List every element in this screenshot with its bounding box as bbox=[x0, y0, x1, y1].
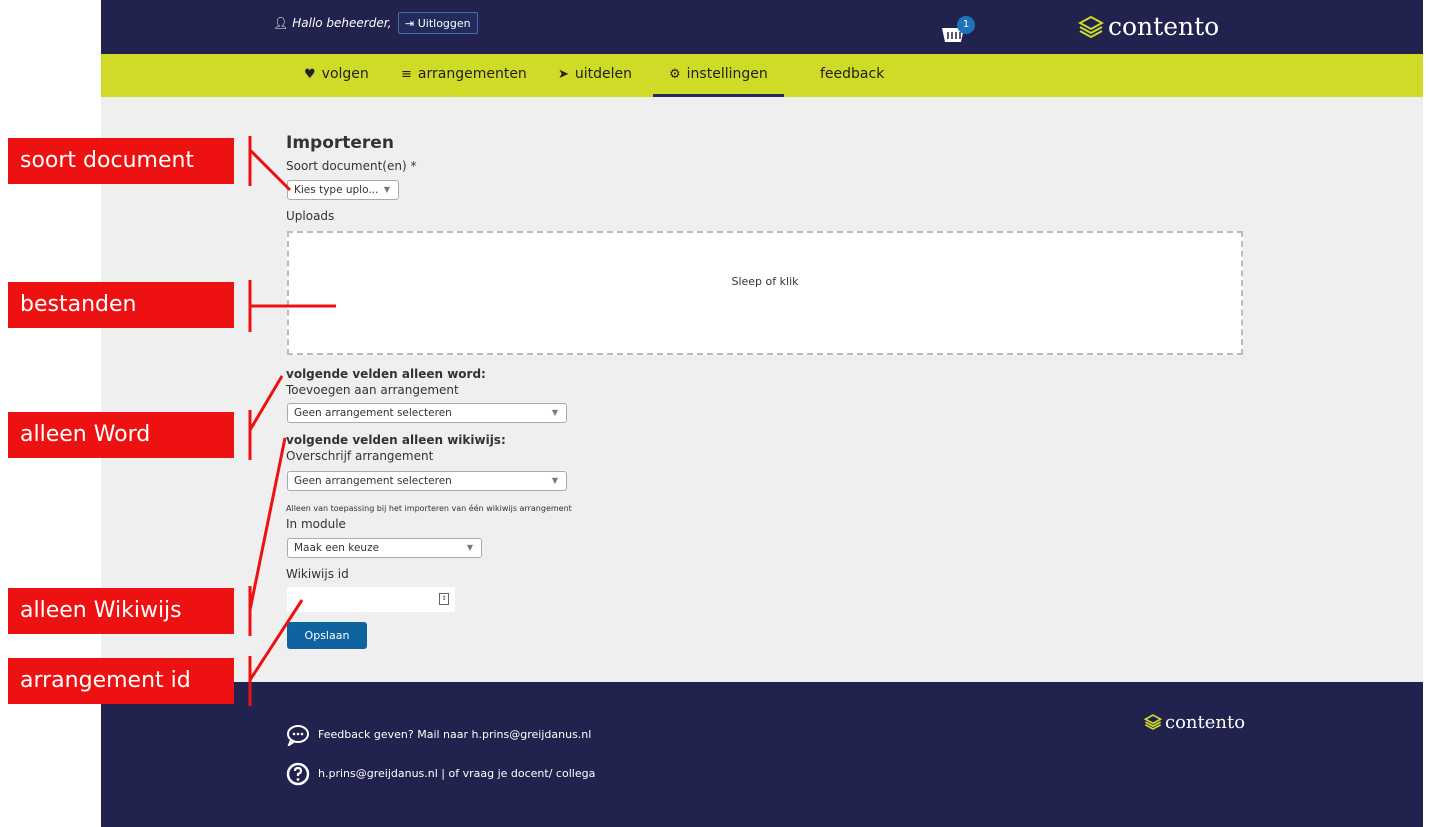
callout-connector-lines bbox=[248, 136, 336, 706]
